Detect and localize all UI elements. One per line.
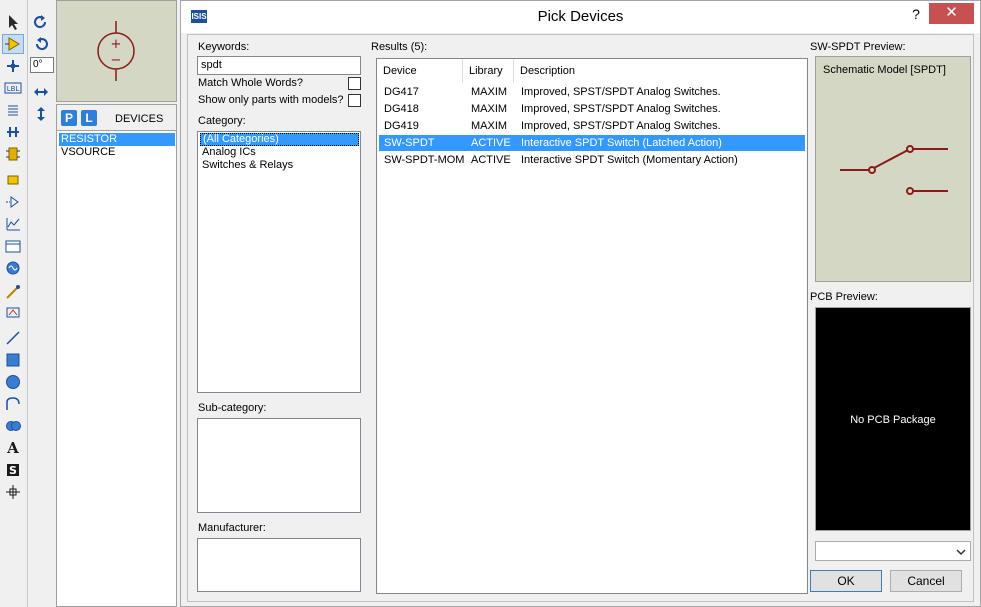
library-cell: MAXIM [471, 120, 508, 132]
svg-text:−: − [111, 53, 122, 68]
pin-icon[interactable] [2, 192, 24, 212]
category-list[interactable]: (All Categories) Analog ICs Switches & R… [197, 131, 361, 393]
table-row[interactable]: DG418 MAXIM Improved, SPST/SPDT Analog S… [379, 101, 805, 117]
svg-text:LBL: LBL [7, 85, 20, 93]
description-cell: Improved, SPST/SPDT Analog Switches. [521, 120, 721, 132]
keywords-label: Keywords: [198, 41, 250, 53]
terminal-icon[interactable] [2, 170, 24, 190]
circle-icon[interactable] [2, 372, 24, 392]
component-mode-icon[interactable] [2, 34, 24, 54]
current-probe-icon[interactable] [2, 302, 24, 322]
subcategory-label: Sub-category: [198, 402, 267, 414]
text-icon[interactable]: A [2, 438, 24, 458]
table-row[interactable]: SW-SPDT-MOM ACTIVE Interactive SPDT Swit… [379, 152, 805, 168]
dialog-body: Keywords: spdt Match Whole Words? Show o… [187, 34, 974, 602]
column-header-device[interactable]: Device [377, 59, 463, 83]
help-button[interactable]: ? [906, 4, 926, 24]
arc-icon[interactable] [2, 394, 24, 414]
path-icon[interactable] [2, 416, 24, 436]
library-cell: ACTIVE [471, 154, 511, 166]
match-whole-words-label: Match Whole Words? [198, 77, 303, 89]
show-only-models-label: Show only parts with models? [198, 94, 344, 106]
symbol-icon[interactable]: S [2, 460, 24, 480]
match-whole-words-checkbox[interactable] [348, 77, 361, 90]
table-row[interactable]: DG417 MAXIM Improved, SPST/SPDT Analog S… [379, 84, 805, 100]
voltage-probe-icon[interactable] [2, 282, 24, 302]
device-cell: DG417 [384, 86, 419, 98]
table-row[interactable]: SW-SPDT ACTIVE Interactive SPDT Switch (… [379, 135, 805, 151]
cancel-button[interactable]: Cancel [890, 570, 962, 592]
ok-button[interactable]: OK [810, 570, 882, 592]
marker-icon[interactable] [2, 482, 24, 502]
dialog-titlebar[interactable]: ISIS Pick Devices ? ✕ [181, 1, 980, 33]
svg-text:S: S [9, 464, 17, 477]
device-item[interactable]: RESISTOR [59, 133, 175, 146]
dialog-title: Pick Devices [537, 8, 624, 25]
mode-toolbar: LBL A S [0, 0, 28, 607]
graph-icon[interactable] [2, 214, 24, 234]
device-item[interactable]: VSOURCE [59, 146, 175, 159]
wire-label-icon[interactable]: LBL [2, 78, 24, 98]
category-label: Category: [198, 115, 246, 127]
close-button[interactable]: ✕ [929, 3, 974, 24]
pick-devices-button[interactable]: P [61, 110, 77, 126]
results-table: Device Library Description DG417 MAXIM I… [376, 58, 808, 594]
column-header-description[interactable]: Description [514, 59, 807, 83]
rotation-toolbar [28, 0, 56, 607]
schematic-preview: Schematic Model [SPDT] [815, 56, 971, 282]
chevron-down-icon [956, 549, 966, 556]
tape-icon[interactable] [2, 236, 24, 256]
rotation-angle-field[interactable]: 0° [30, 57, 54, 73]
devices-title: DEVICES [115, 113, 164, 125]
generator-icon[interactable] [2, 258, 24, 278]
pcb-preview-label: PCB Preview: [810, 291, 878, 303]
description-cell: Interactive SPDT Switch (Momentary Actio… [521, 154, 738, 166]
pcb-package-select[interactable] [815, 541, 971, 561]
library-cell: MAXIM [471, 86, 508, 98]
category-item[interactable]: Analog ICs [200, 146, 359, 159]
junction-dot-icon[interactable] [2, 56, 24, 76]
mirror-horizontal-icon[interactable] [30, 82, 52, 102]
subcircuit-icon[interactable] [2, 144, 24, 164]
component-symbol-preview: + − [97, 21, 135, 81]
rotate-ccw-icon[interactable] [30, 34, 52, 54]
overview-window[interactable]: + − [56, 0, 177, 102]
select-arrow-icon[interactable] [2, 12, 24, 32]
results-label: Results (5): [371, 41, 428, 53]
schematic-model-label: Schematic Model [SPDT] [823, 64, 946, 76]
device-cell: SW-SPDT-MOM [384, 154, 465, 166]
table-row[interactable]: DG419 MAXIM Improved, SPST/SPDT Analog S… [379, 118, 805, 134]
keywords-input[interactable]: spdt [197, 56, 361, 75]
spdt-switch-symbol [840, 145, 948, 195]
mirror-vertical-icon[interactable] [30, 104, 52, 124]
category-item[interactable]: (All Categories) [200, 133, 359, 146]
manufacturer-label: Manufacturer: [198, 522, 266, 534]
column-header-library[interactable]: Library [463, 59, 514, 83]
text-script-icon[interactable] [2, 100, 24, 120]
device-panel-header: P L DEVICES [57, 105, 176, 131]
svg-text:+: + [111, 37, 122, 52]
device-selector: P L DEVICES RESISTOR VSOURCE [56, 104, 177, 607]
device-cell: DG419 [384, 120, 419, 132]
description-cell: Improved, SPST/SPDT Analog Switches. [521, 86, 721, 98]
device-cell: DG418 [384, 103, 419, 115]
description-cell: Interactive SPDT Switch (Latched Action) [521, 137, 722, 149]
subcategory-list[interactable] [197, 418, 361, 513]
library-manager-button[interactable]: L [81, 110, 97, 126]
pcb-preview: No PCB Package [815, 307, 971, 531]
pick-devices-dialog: ISIS Pick Devices ? ✕ Keywords: spdt Mat… [180, 0, 981, 607]
manufacturer-list[interactable] [197, 538, 361, 592]
device-cell: SW-SPDT [384, 137, 435, 149]
library-cell: ACTIVE [471, 137, 511, 149]
category-item[interactable]: Switches & Relays [200, 159, 359, 172]
pcb-message: No PCB Package [850, 414, 936, 426]
line-icon[interactable] [2, 328, 24, 348]
library-cell: MAXIM [471, 103, 508, 115]
preview-label: SW-SPDT Preview: [810, 41, 906, 53]
description-cell: Improved, SPST/SPDT Analog Switches. [521, 103, 721, 115]
rotate-cw-icon[interactable] [30, 12, 52, 32]
box-icon[interactable] [2, 350, 24, 370]
bus-icon[interactable] [2, 122, 24, 142]
show-only-models-checkbox[interactable] [348, 94, 361, 107]
